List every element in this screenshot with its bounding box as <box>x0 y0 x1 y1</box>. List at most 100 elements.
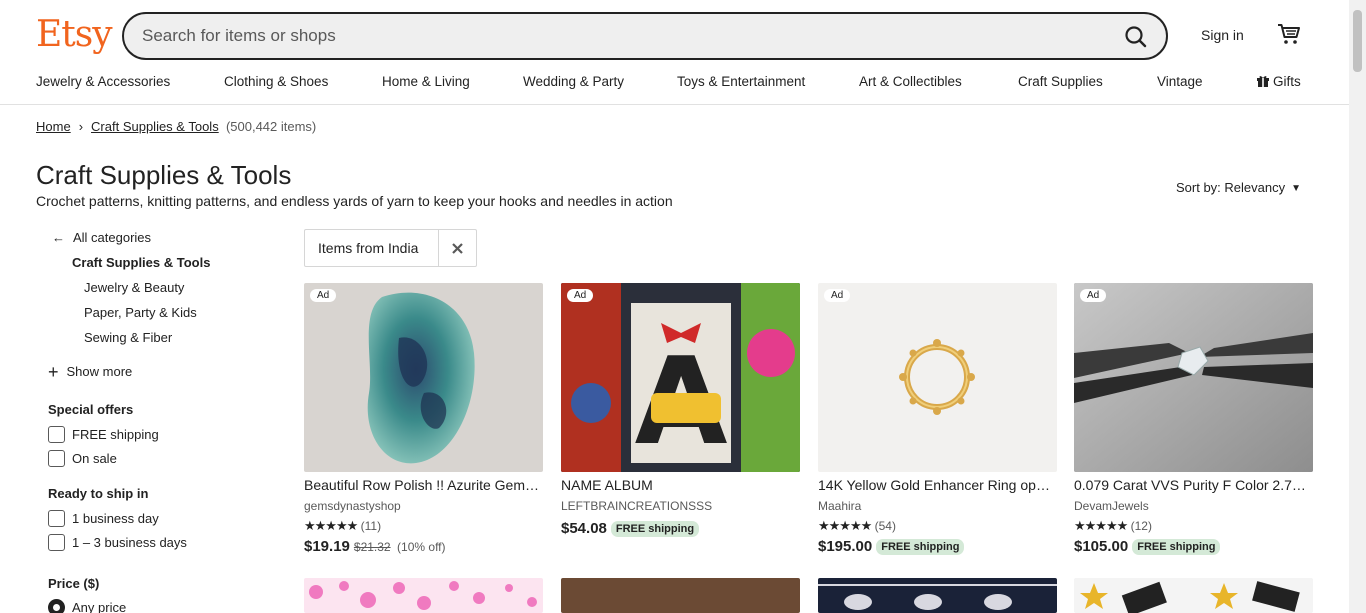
page-description: Crochet patterns, knitting patterns, and… <box>36 193 673 209</box>
listing-title[interactable]: 0.079 Carat VVS Purity F Color 2.7mm Dia… <box>1074 477 1313 493</box>
listing-old-price: $21.32 <box>353 540 391 554</box>
ad-badge: Ad <box>310 289 337 302</box>
rating-stars: ★★★★★ <box>818 518 872 533</box>
listing-card[interactable]: Ad Beautiful Row Polish !! Azurite Gemst… <box>304 283 543 555</box>
listing-image[interactable]: Ad <box>818 283 1057 472</box>
on-sale-filter[interactable]: On sale <box>48 450 117 468</box>
listing-title[interactable]: Beautiful Row Polish !! Azurite Gemstone… <box>304 477 543 493</box>
rating-stars: ★★★★★ <box>1074 518 1128 533</box>
listing-image[interactable]: Ad <box>304 283 543 472</box>
free-shipping-badge: FREE shipping <box>1132 539 1221 555</box>
review-count: (11) <box>360 519 382 533</box>
free-shipping-label: FREE shipping <box>72 427 159 443</box>
search-bar[interactable] <box>122 12 1168 60</box>
site-header: Etsy Sign in Jewelry & Accessories Cloth… <box>0 0 1349 105</box>
nav-jewelry-accessories[interactable]: Jewelry & Accessories <box>36 74 170 89</box>
show-more-button[interactable]: + Show more <box>48 362 132 383</box>
close-icon[interactable] <box>438 230 476 266</box>
listing-image[interactable]: A Ad <box>561 283 800 472</box>
listing-card[interactable] <box>1074 578 1313 613</box>
listing-image[interactable] <box>818 578 1057 613</box>
sign-in-link[interactable]: Sign in <box>1201 27 1244 43</box>
subcategory-sewing-fiber[interactable]: Sewing & Fiber <box>84 330 172 345</box>
show-more-label: Show more <box>66 364 133 379</box>
free-shipping-filter[interactable]: FREE shipping <box>48 426 159 444</box>
subcategory-paper-party-kids[interactable]: Paper, Party & Kids <box>84 305 197 320</box>
listing-card[interactable] <box>818 578 1057 613</box>
current-category[interactable]: Craft Supplies & Tools <box>72 255 210 270</box>
page-scrollbar[interactable] <box>1349 0 1366 613</box>
listing-price-row: $54.08 FREE shipping <box>561 520 700 538</box>
nav-wedding-party[interactable]: Wedding & Party <box>523 74 624 89</box>
nav-clothing-shoes[interactable]: Clothing & Shoes <box>224 74 328 89</box>
listing-image[interactable]: Ad <box>1074 283 1313 472</box>
ship-1-3-days-filter[interactable]: 1 – 3 business days <box>48 534 187 552</box>
price-heading: Price ($) <box>48 576 100 591</box>
listing-price: $195.00 <box>818 538 873 555</box>
review-count: (12) <box>1130 519 1152 533</box>
sort-dropdown[interactable]: Sort by: Relevancy ▼ <box>1176 180 1301 195</box>
ready-to-ship-heading: Ready to ship in <box>48 486 149 501</box>
search-icon[interactable] <box>1122 23 1150 51</box>
ship-1-3-days-checkbox[interactable] <box>48 534 65 552</box>
any-price-label: Any price <box>72 600 127 613</box>
on-sale-checkbox[interactable] <box>48 450 65 468</box>
special-offers-heading: Special offers <box>48 402 134 417</box>
free-shipping-badge: FREE shipping <box>876 539 965 555</box>
listing-card[interactable] <box>561 578 800 613</box>
nav-toys-entertainment[interactable]: Toys & Entertainment <box>677 74 805 89</box>
listing-card[interactable]: A Ad NAME ALBUM LEFTBRAINCREATIONSSS $54… <box>561 283 800 537</box>
ship-1-day-filter[interactable]: 1 business day <box>48 510 159 528</box>
listing-card[interactable]: Ad 0.079 Carat VVS Purity F Color 2.7mm … <box>1074 283 1313 555</box>
cart-icon[interactable] <box>1275 20 1303 48</box>
listing-shop: LEFTBRAINCREATIONSSS <box>561 499 713 513</box>
listing-price-row: $105.00 FREE shipping <box>1074 538 1221 556</box>
nav-craft-supplies[interactable]: Craft Supplies <box>1018 74 1103 89</box>
listing-image[interactable] <box>561 578 800 613</box>
listing-title[interactable]: 14K Yellow Gold Enhancer Ring open clasp <box>818 477 1057 493</box>
ad-badge: Ad <box>1080 289 1107 302</box>
free-shipping-badge: FREE shipping <box>610 521 700 537</box>
listing-shop: DevamJewels <box>1074 499 1149 513</box>
filter-chip: Items from India <box>304 229 477 267</box>
breadcrumb-current[interactable]: Craft Supplies & Tools <box>91 119 219 134</box>
listing-discount: (10% off) <box>397 540 446 554</box>
caret-down-icon: ▼ <box>1291 183 1302 194</box>
listing-title[interactable]: NAME ALBUM <box>561 477 800 493</box>
nav-gifts-label: Gifts <box>1273 74 1301 89</box>
listing-image[interactable] <box>304 578 543 613</box>
page-title: Craft Supplies & Tools <box>36 160 292 190</box>
ad-badge: Ad <box>824 289 851 302</box>
nav-gifts[interactable]: Gifts <box>1257 74 1301 91</box>
ship-1-day-checkbox[interactable] <box>48 510 65 528</box>
search-input[interactable] <box>142 24 1102 48</box>
ad-badge: Ad <box>567 289 594 302</box>
listing-card[interactable] <box>304 578 543 613</box>
listing-price: $54.08 <box>561 520 607 537</box>
etsy-logo[interactable]: Etsy <box>36 14 113 55</box>
listing-rating: ★★★★★ (54) <box>818 518 896 534</box>
any-price-filter[interactable]: Any price <box>48 599 126 613</box>
subcategory-jewelry-beauty[interactable]: Jewelry & Beauty <box>84 280 184 295</box>
sort-label: Sort by: Relevancy <box>1176 180 1286 195</box>
listing-price: $105.00 <box>1074 538 1129 555</box>
nav-art-collectibles[interactable]: Art & Collectibles <box>859 74 962 89</box>
arrow-left-icon: ← <box>52 230 65 245</box>
listing-image[interactable] <box>1074 578 1313 613</box>
breadcrumb: Home › Craft Supplies & Tools (500,442 ite… <box>36 119 316 134</box>
item-count: (500,442 items) <box>225 119 317 134</box>
free-shipping-checkbox[interactable] <box>48 426 65 444</box>
any-price-radio[interactable] <box>48 599 65 613</box>
gift-icon <box>1257 75 1269 91</box>
listing-rating: ★★★★★ (12) <box>1074 518 1152 534</box>
nav-home-living[interactable]: Home & Living <box>382 74 470 89</box>
all-categories-link[interactable]: ← All categories <box>52 230 151 245</box>
listing-rating: ★★★★★ (11) <box>304 518 381 534</box>
breadcrumb-home[interactable]: Home <box>36 119 71 134</box>
listing-shop: gemsdynastyshop <box>304 499 401 513</box>
nav-vintage[interactable]: Vintage <box>1157 74 1203 89</box>
rating-stars: ★★★★★ <box>304 518 358 533</box>
chevron-right-icon: › <box>78 119 84 134</box>
scrollbar-thumb[interactable] <box>1353 10 1362 72</box>
listing-card[interactable]: Ad 14K Yellow Gold Enhancer Ring open cl… <box>818 283 1057 555</box>
